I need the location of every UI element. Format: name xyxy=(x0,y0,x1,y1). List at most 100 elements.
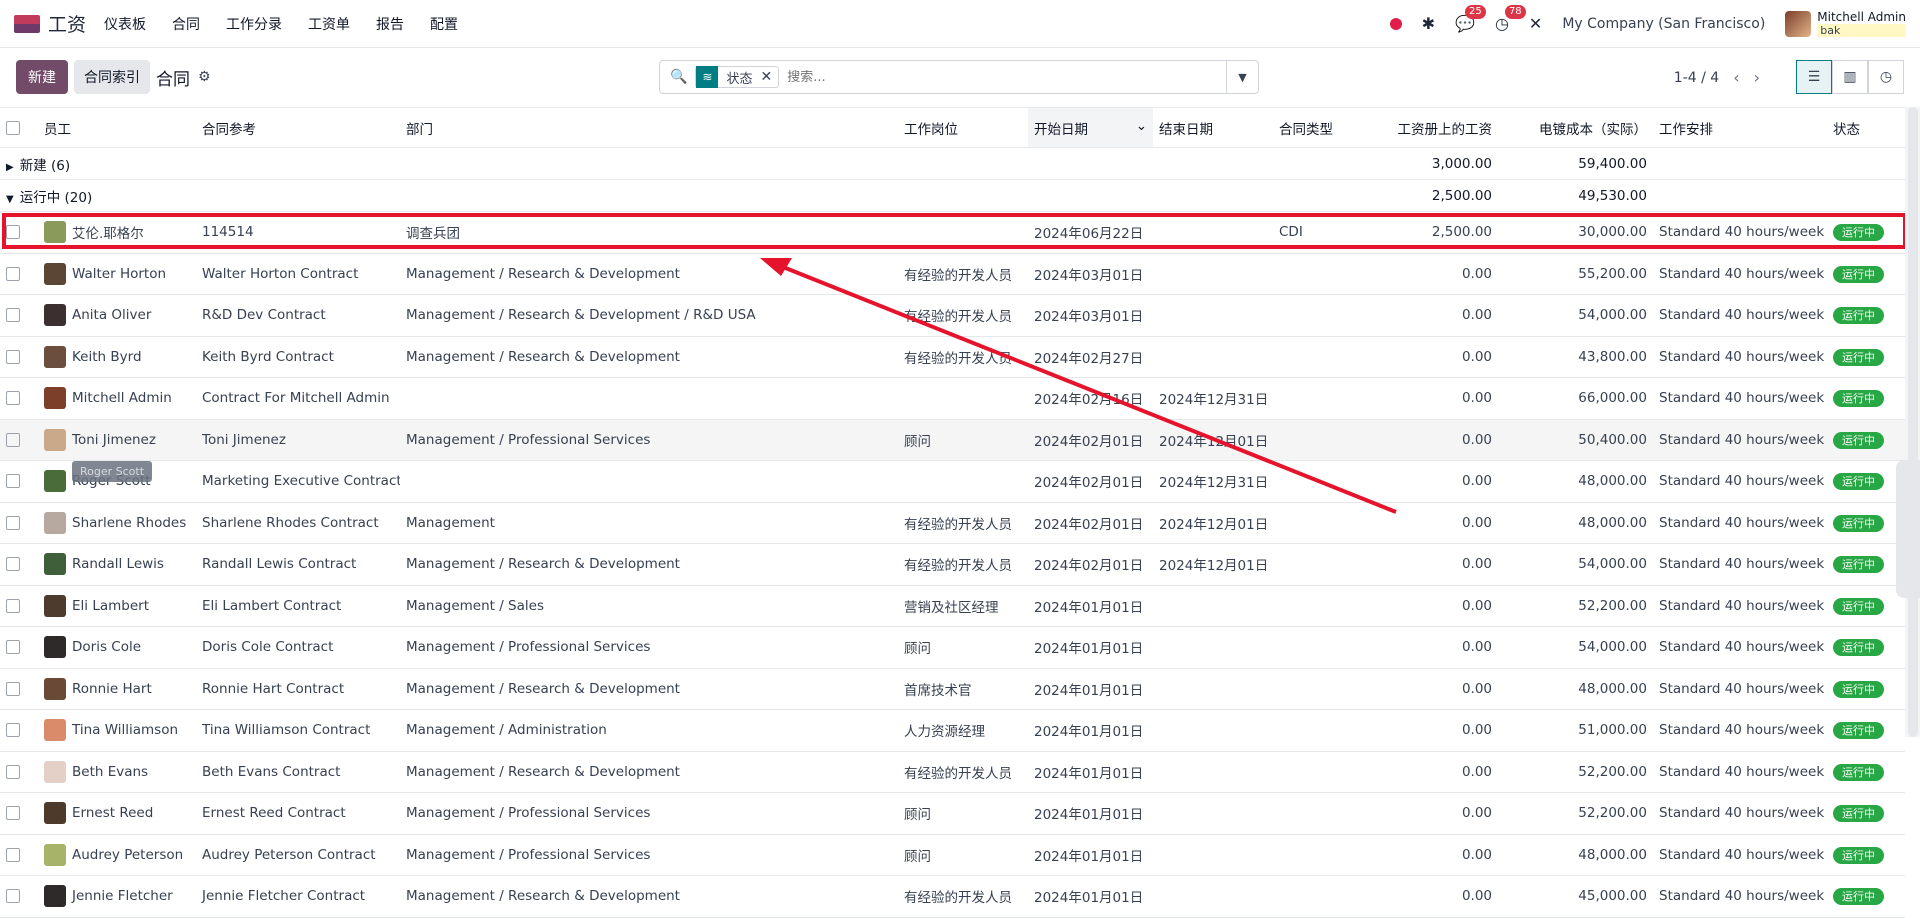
remove-facet-icon[interactable]: ✕ xyxy=(760,69,778,85)
search-icon[interactable]: 🔍 xyxy=(670,69,687,85)
cell-start[interactable]: 2024年01月01日 xyxy=(1028,668,1153,710)
cell-end[interactable] xyxy=(1153,336,1273,378)
cell-job[interactable]: 顾问 xyxy=(898,792,1028,835)
cell-start[interactable]: 2024年02月16日 xyxy=(1028,377,1153,420)
table-row[interactable]: Doris Cole Doris Cole Contract Management … xyxy=(0,626,1905,669)
cell-wage[interactable]: 0.00 xyxy=(1378,419,1498,461)
cell-schedule[interactable]: Standard 40 hours/week xyxy=(1653,377,1827,420)
cell-ref[interactable]: 114514 xyxy=(196,211,400,254)
scrollbar-thumb[interactable] xyxy=(1908,107,1918,737)
row-checkbox[interactable] xyxy=(0,377,38,420)
cell-status[interactable]: 运行中 xyxy=(1827,419,1905,461)
recording-indicator-icon[interactable] xyxy=(1389,17,1402,30)
cell-employee[interactable]: Toni Jimenez xyxy=(38,419,196,461)
group-row-new[interactable]: ▶ 新建 (6) 3,000.00 59,400.00 xyxy=(0,147,1905,180)
cell-dept[interactable]: Management / Research & Development xyxy=(400,543,898,586)
cell-start[interactable]: 2024年03月01日 xyxy=(1028,253,1153,295)
select-all-checkbox[interactable] xyxy=(0,107,38,148)
cell-employee[interactable]: Ronnie Hart xyxy=(38,668,196,710)
cell-start[interactable]: 2024年01月01日 xyxy=(1028,626,1153,669)
cell-status[interactable]: 运行中 xyxy=(1827,834,1905,876)
cell-ref[interactable]: Walter Horton Contract xyxy=(196,253,400,295)
cell-job[interactable]: 有经验的开发人员 xyxy=(898,543,1028,586)
cell-schedule[interactable]: Standard 40 hours/week xyxy=(1653,460,1827,503)
cell-schedule[interactable]: Standard 40 hours/week xyxy=(1653,792,1827,835)
table-row[interactable]: Randall Lewis Randall Lewis Contract Manag… xyxy=(0,543,1905,586)
cell-cost[interactable]: 54,000.00 xyxy=(1498,626,1653,669)
cell-schedule[interactable]: Standard 40 hours/week xyxy=(1653,626,1827,669)
row-checkbox[interactable] xyxy=(0,543,38,586)
cell-ref[interactable]: Tina Williamson Contract xyxy=(196,709,400,752)
cell-type[interactable]: CDI xyxy=(1273,211,1378,254)
cell-start[interactable]: 2024年01月01日 xyxy=(1028,792,1153,835)
cell-dept[interactable]: Management / Research & Development xyxy=(400,668,898,710)
cell-job[interactable]: 顾问 xyxy=(898,626,1028,669)
menu-dashboard[interactable]: 仪表板 xyxy=(104,14,146,34)
cell-dept[interactable] xyxy=(400,377,898,420)
cell-status[interactable]: 运行中 xyxy=(1827,377,1905,420)
cell-wage[interactable]: 0.00 xyxy=(1378,792,1498,835)
cell-schedule[interactable]: Standard 40 hours/week xyxy=(1653,294,1827,337)
cell-dept[interactable]: Management / Research & Development / R&… xyxy=(400,294,898,337)
cell-dept[interactable]: Management / Administration xyxy=(400,709,898,752)
row-checkbox[interactable] xyxy=(0,502,38,544)
cell-start[interactable]: 2024年02月01日 xyxy=(1028,460,1153,503)
table-row[interactable]: Beth Evans Beth Evans Contract Management … xyxy=(0,751,1905,793)
contract-index-button[interactable]: 合同索引 xyxy=(74,60,150,94)
cell-cost[interactable]: 55,200.00 xyxy=(1498,253,1653,295)
cell-wage[interactable]: 0.00 xyxy=(1378,834,1498,876)
cell-job[interactable]: 有经验的开发人员 xyxy=(898,253,1028,295)
cell-type[interactable] xyxy=(1273,543,1378,586)
cell-type[interactable] xyxy=(1273,709,1378,752)
app-brand[interactable]: 工资 xyxy=(14,10,86,37)
table-row[interactable]: Tina Williamson Tina Williamson Contract M… xyxy=(0,709,1905,752)
table-row[interactable]: Walter Horton Walter Horton Contract Manag… xyxy=(0,253,1905,295)
col-wage[interactable]: 工资册上的工资 xyxy=(1378,107,1498,148)
col-department[interactable]: 部门 xyxy=(400,107,898,148)
cell-job[interactable]: 有经验的开发人员 xyxy=(898,336,1028,378)
chevron-down-icon[interactable]: ▼ xyxy=(1226,61,1258,93)
cell-cost[interactable]: 66,000.00 xyxy=(1498,377,1653,420)
cell-end[interactable] xyxy=(1153,709,1273,752)
cell-type[interactable] xyxy=(1273,336,1378,378)
pager-value[interactable]: 1-4 / 4 xyxy=(1674,70,1719,86)
row-checkbox[interactable] xyxy=(0,875,38,918)
cell-wage[interactable]: 0.00 xyxy=(1378,543,1498,586)
cell-type[interactable] xyxy=(1273,253,1378,295)
cell-employee[interactable]: Eli Lambert xyxy=(38,585,196,627)
cell-start[interactable]: 2024年06月22日 xyxy=(1028,211,1153,254)
table-row[interactable]: Sharlene Rhodes Sharlene Rhodes Contract M… xyxy=(0,502,1905,544)
cell-start[interactable]: 2024年01月01日 xyxy=(1028,834,1153,876)
row-checkbox[interactable] xyxy=(0,294,38,337)
cell-wage[interactable]: 0.00 xyxy=(1378,751,1498,793)
cell-cost[interactable]: 48,000.00 xyxy=(1498,502,1653,544)
cell-schedule[interactable]: Standard 40 hours/week xyxy=(1653,211,1827,254)
cell-start[interactable]: 2024年02月27日 xyxy=(1028,336,1153,378)
cell-type[interactable] xyxy=(1273,875,1378,918)
cell-type[interactable] xyxy=(1273,626,1378,669)
activity-view-icon[interactable]: ◷ xyxy=(1868,60,1904,94)
tools-icon[interactable]: ✕ xyxy=(1529,14,1542,33)
cell-schedule[interactable]: Standard 40 hours/week xyxy=(1653,668,1827,710)
menu-work-entries[interactable]: 工作分录 xyxy=(226,14,282,34)
cell-wage[interactable]: 0.00 xyxy=(1378,253,1498,295)
cell-start[interactable]: 2024年03月01日 xyxy=(1028,294,1153,337)
cell-job[interactable]: 有经验的开发人员 xyxy=(898,751,1028,793)
row-checkbox[interactable] xyxy=(0,626,38,669)
cell-job[interactable]: 营销及社区经理 xyxy=(898,585,1028,627)
cell-cost[interactable]: 51,000.00 xyxy=(1498,709,1653,752)
cell-wage[interactable]: 0.00 xyxy=(1378,377,1498,420)
vertical-scrollbar[interactable] xyxy=(1905,107,1920,737)
cell-cost[interactable]: 43,800.00 xyxy=(1498,336,1653,378)
cell-status[interactable]: 运行中 xyxy=(1827,626,1905,669)
table-row[interactable]: Ernest Reed Ernest Reed Contract Managemen… xyxy=(0,792,1905,835)
cell-status[interactable]: 运行中 xyxy=(1827,502,1905,544)
cell-ref[interactable]: Ronnie Hart Contract xyxy=(196,668,400,710)
cell-wage[interactable]: 0.00 xyxy=(1378,668,1498,710)
cell-schedule[interactable]: Standard 40 hours/week xyxy=(1653,751,1827,793)
row-checkbox[interactable] xyxy=(0,211,38,254)
cell-employee[interactable]: Tina Williamson xyxy=(38,709,196,752)
cell-end[interactable] xyxy=(1153,834,1273,876)
cell-schedule[interactable]: Standard 40 hours/week xyxy=(1653,502,1827,544)
cell-cost[interactable]: 54,000.00 xyxy=(1498,294,1653,337)
